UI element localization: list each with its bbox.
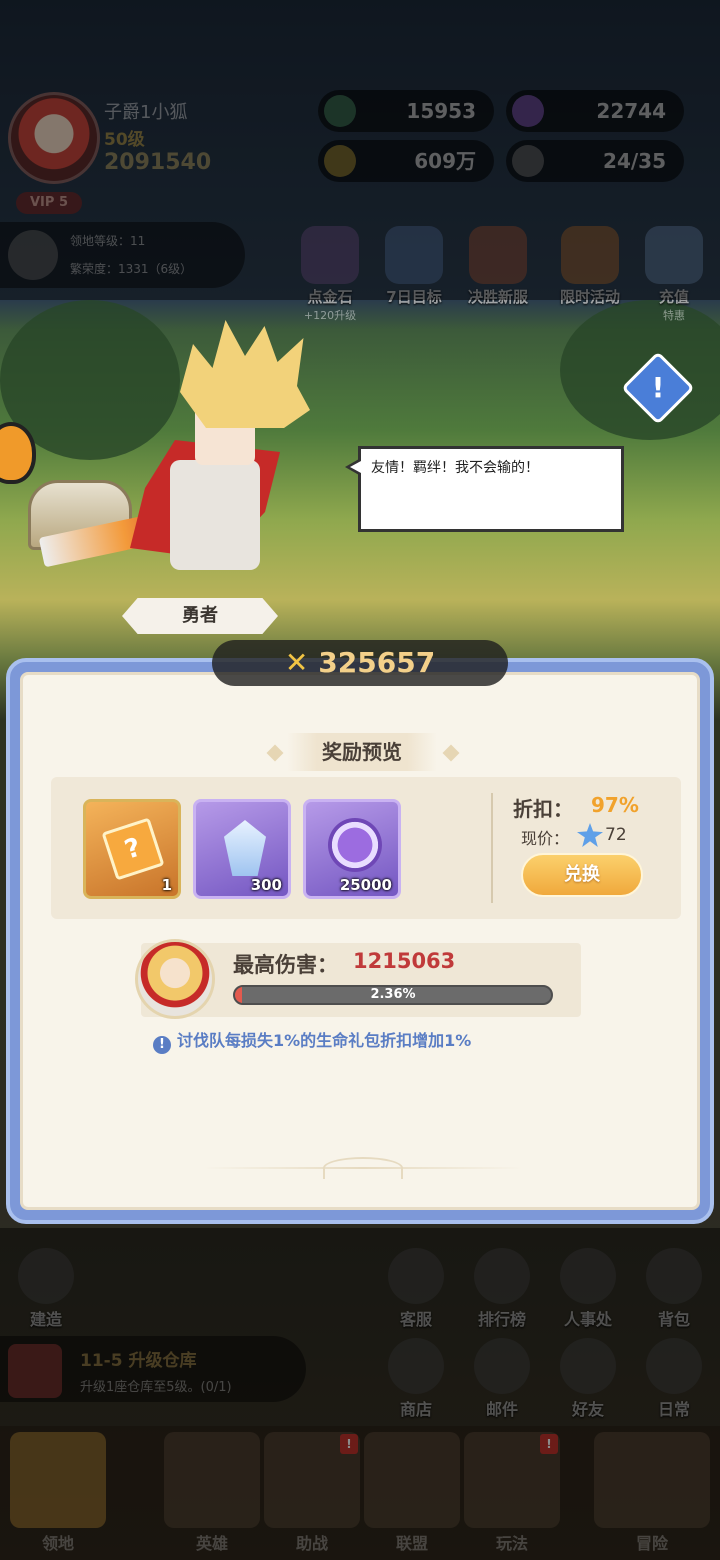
reward-item-mystery-card[interactable]: ? 1	[83, 799, 181, 899]
modal-dim-bottom	[0, 1228, 720, 1560]
title-ornament-left	[266, 744, 284, 762]
boss-power-bar: ✕ 325657	[212, 640, 508, 686]
title-ornament-right	[442, 744, 460, 762]
question-card-icon: ?	[101, 817, 165, 881]
reward-preview-title: 奖励预览	[287, 733, 437, 771]
alert-mark: !	[651, 371, 665, 404]
crossed-swords-icon: ✕	[284, 646, 309, 679]
reward-panel-body: 奖励预览 ? 1 300 25000 折扣： 97% 现价： 72 兑换 最高伤…	[20, 672, 700, 1210]
price-value: 72	[605, 825, 627, 845]
modal-dim-top	[0, 0, 720, 300]
discount-hint-text: 讨伐队每损失1%的生命礼包折扣增加1%	[177, 1031, 472, 1050]
hero-portrait	[135, 939, 215, 1019]
boss-power-value: 325657	[318, 646, 436, 679]
reward-package: ? 1 300 25000 折扣： 97% 现价： 72 兑换	[51, 777, 681, 919]
discount-label: 折扣：	[513, 797, 573, 821]
damage-progress-text: 2.36%	[370, 987, 416, 1002]
item-quantity: 300	[250, 876, 282, 894]
item-quantity: 1	[161, 876, 172, 894]
discount-hint: ! 讨伐队每损失1%的生命礼包折扣增加1%	[153, 1027, 471, 1054]
reward-item-purple-coin[interactable]: 25000	[303, 799, 401, 899]
discount-value: 97%	[591, 793, 639, 817]
hero-character[interactable]	[100, 310, 330, 590]
exchange-button[interactable]: 兑换	[521, 853, 643, 897]
item-quantity: 25000	[339, 876, 392, 894]
reward-item-crystal[interactable]: 300	[193, 799, 291, 899]
max-damage-value: 1215063	[353, 949, 456, 973]
damage-progress-bar: 2.36%	[233, 985, 553, 1005]
max-damage-label: 最高伤害：	[233, 953, 338, 977]
reward-divider	[491, 793, 493, 903]
price-label: 现价：	[521, 829, 570, 848]
bottom-ornament	[323, 1157, 403, 1179]
speech-bubble: 友情！羁绊！我不会输的！	[345, 446, 624, 532]
purple-coin-icon	[328, 818, 382, 872]
hero-body	[170, 460, 260, 570]
activity-sublabel: 特惠	[663, 309, 685, 322]
hero-title-tag: 勇者	[122, 598, 278, 634]
info-icon: !	[153, 1036, 171, 1054]
reward-panel: 奖励预览 ? 1 300 25000 折扣： 97% 现价： 72 兑换 最高伤…	[6, 658, 714, 1224]
star-currency-icon	[577, 823, 603, 847]
crystal-icon	[224, 820, 266, 876]
